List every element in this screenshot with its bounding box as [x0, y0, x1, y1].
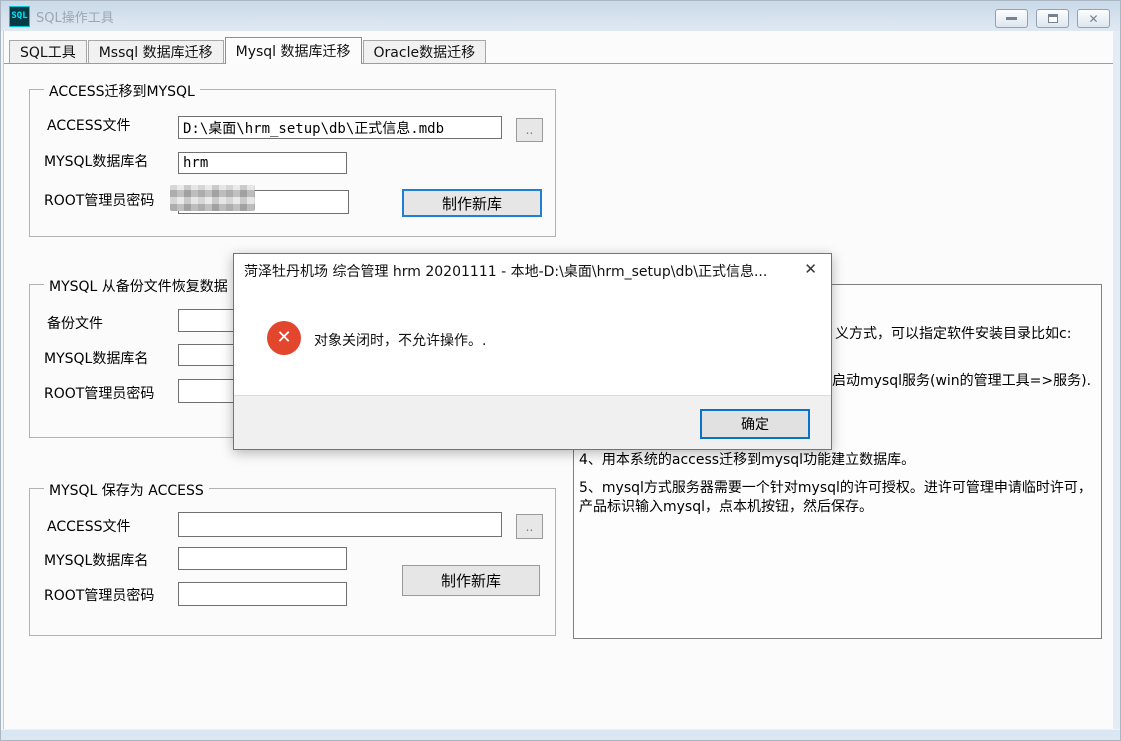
- group-title: ACCESS迁移到MYSQL: [44, 81, 200, 101]
- minimize-icon: [1006, 17, 1017, 20]
- root-password-label: ROOT管理员密码: [44, 383, 154, 403]
- window-bottom-border: [1, 729, 1120, 740]
- make-database-button[interactable]: 制作新库: [402, 189, 542, 217]
- dialog-message: 对象关闭时，不允许操作。.: [314, 330, 486, 350]
- error-dialog: 菏泽牡丹机场 综合管理 hrm 20201111 - 本地-D:\桌面\hrm_…: [233, 253, 832, 450]
- mysql-dbname-label: MYSQL数据库名: [44, 550, 148, 570]
- dialog-close-icon: ✕: [804, 260, 817, 278]
- instruction-fragment-2: 启动mysql服务(win的管理工具=>服务).: [832, 370, 1091, 390]
- access-file-label: ACCESS文件: [47, 115, 131, 135]
- instruction-item-4: 4、用本系统的access迁移到mysql功能建立数据库。: [579, 449, 915, 469]
- access-file-input[interactable]: [178, 116, 502, 139]
- window-controls: ✕: [995, 9, 1110, 28]
- window-right-border: [1113, 31, 1120, 729]
- tab-sql-tools[interactable]: SQL工具: [9, 40, 87, 63]
- group-access-to-mysql: ACCESS迁移到MYSQL ACCESS文件 .. MYSQL数据库名 ROO…: [29, 89, 556, 237]
- group-title: MYSQL 保存为 ACCESS: [44, 480, 209, 500]
- titlebar: SQL SQL操作工具 ✕: [1, 1, 1120, 31]
- tab-bar: SQL工具 Mssql 数据库迁移 Mysql 数据库迁移 Oracle数据迁移: [4, 37, 1113, 64]
- browse-access-file-button[interactable]: ..: [516, 514, 543, 539]
- maximize-button[interactable]: [1036, 9, 1069, 28]
- error-icon: ✕: [267, 321, 301, 355]
- dialog-close-button[interactable]: ✕: [804, 260, 817, 278]
- mysql-dbname-label: MYSQL数据库名: [44, 348, 148, 368]
- root-password-input[interactable]: [178, 582, 347, 606]
- instruction-item-5: 5、mysql方式服务器需要一个针对mysql的许可授权。进许可管理申请临时许可…: [579, 479, 1096, 517]
- mysql-dbname-input[interactable]: [178, 547, 347, 570]
- backup-file-label: 备份文件: [47, 313, 103, 333]
- dialog-footer: 确定: [234, 395, 831, 449]
- group-title: MYSQL 从备份文件恢复数据: [44, 276, 233, 296]
- mysql-dbname-input[interactable]: [178, 152, 347, 174]
- maximize-icon: [1048, 14, 1058, 23]
- close-icon: ✕: [1088, 13, 1098, 25]
- minimize-button[interactable]: [995, 9, 1028, 28]
- window-left-border: [1, 31, 4, 729]
- dialog-title: 菏泽牡丹机场 综合管理 hrm 20201111 - 本地-D:\桌面\hrm_…: [244, 261, 791, 281]
- tab-mysql-migration[interactable]: Mysql 数据库迁移: [225, 37, 362, 64]
- root-password-label: ROOT管理员密码: [44, 585, 154, 605]
- window-title: SQL操作工具: [36, 7, 114, 26]
- browse-access-file-button[interactable]: ..: [516, 118, 543, 142]
- access-file-label: ACCESS文件: [47, 516, 131, 536]
- ok-button[interactable]: 确定: [700, 409, 810, 439]
- group-mysql-save-as-access: MYSQL 保存为 ACCESS ACCESS文件 .. MYSQL数据库名 R…: [29, 488, 556, 636]
- close-button[interactable]: ✕: [1077, 9, 1110, 28]
- make-database-button[interactable]: 制作新库: [402, 565, 540, 596]
- password-censor-mosaic: [170, 185, 255, 211]
- instruction-fragment-1: 义方式，可以指定软件安装目录比如c:: [835, 323, 1071, 343]
- error-icon-glyph: ✕: [276, 329, 291, 347]
- tab-mssql-migration[interactable]: Mssql 数据库迁移: [88, 40, 224, 63]
- root-password-label: ROOT管理员密码: [44, 190, 154, 210]
- tab-oracle-migration[interactable]: Oracle数据迁移: [363, 40, 487, 63]
- mysql-dbname-label: MYSQL数据库名: [44, 151, 148, 171]
- access-file-input[interactable]: [178, 512, 502, 537]
- app-icon: SQL: [9, 6, 30, 27]
- app-window: SQL SQL操作工具 ✕ SQL工具 Mssql 数据库迁移 Mysql 数据…: [0, 0, 1121, 741]
